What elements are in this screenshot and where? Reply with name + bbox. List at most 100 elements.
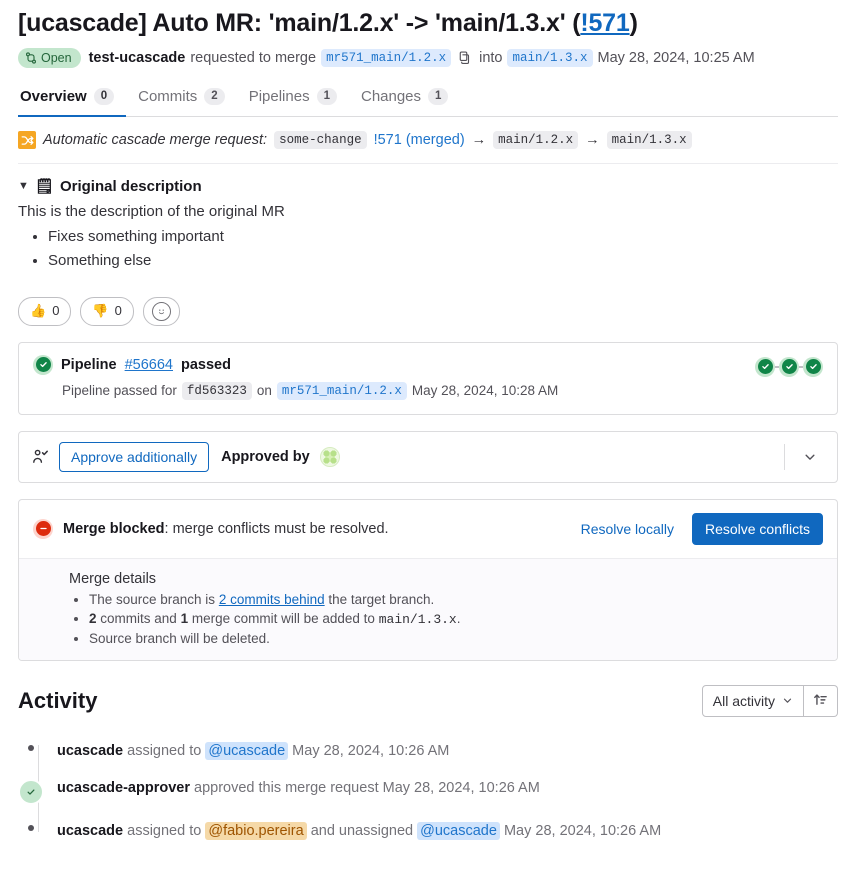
mr-author[interactable]: test-ucascade — [89, 50, 186, 66]
activity-item: ucascade assigned to @ucascade May 28, 2… — [18, 733, 838, 770]
merge-details-list: The source branch is 2 commits behind th… — [69, 592, 823, 646]
cascade-banner: Automatic cascade merge request: some-ch… — [18, 131, 838, 165]
pipeline-branch-chip[interactable]: mr571_main/1.2.x — [276, 381, 407, 400]
merge-widget: Merge blocked: merge conflicts must be r… — [18, 498, 838, 661]
tab-overview[interactable]: Overview 0 — [18, 82, 127, 118]
activity-actor[interactable]: ucascade-approver — [57, 780, 190, 796]
detail-target-branch: main/1.3.x — [378, 611, 457, 627]
page-title-suffix: ) — [629, 9, 638, 37]
pipeline-title-row: Pipeline #56664 passed — [33, 354, 755, 375]
description-header[interactable]: ▼ 🗒 Original description — [18, 177, 838, 196]
tab-commits[interactable]: Commits 2 — [126, 82, 237, 117]
activity-filter-label: All activity — [712, 692, 775, 709]
merge-request-open-icon — [26, 52, 36, 64]
status-badge-label: Open — [41, 51, 72, 66]
activity-actor[interactable]: ucascade — [57, 743, 123, 759]
cascade-source-mr-link[interactable]: !571 (merged) — [374, 132, 465, 148]
tab-commits-count: 2 — [204, 88, 225, 106]
activity-date: May 28, 2024, 10:26 AM — [503, 822, 662, 839]
activity-item: ucascade assigned to @fabio.pereira and … — [18, 813, 838, 850]
thumbs-down-count: 0 — [114, 303, 122, 319]
activity-mention-current-user[interactable]: @fabio.pereira — [205, 821, 307, 840]
activity-marker — [18, 741, 44, 751]
source-branch-chip[interactable]: mr571_main/1.2.x — [321, 49, 452, 68]
activity-dot-icon — [28, 744, 34, 751]
target-branch-chip[interactable]: main/1.3.x — [507, 49, 593, 68]
activity-marker — [18, 821, 44, 831]
merge-blocked-message: Merge blocked: merge conflicts must be r… — [63, 521, 563, 537]
pipeline-stage-icons — [755, 356, 823, 377]
page-title: [ucascade] Auto MR: 'main/1.2.x' -> 'mai… — [18, 8, 838, 39]
description-title: Original description — [59, 177, 202, 195]
into-text: into — [479, 50, 503, 67]
activity-sort-button[interactable] — [804, 684, 838, 717]
activity-action-secondary: and unassigned — [310, 822, 414, 839]
thumbs-down-icon: 👎 — [92, 303, 109, 319]
merge-blocked-label: Merge blocked — [63, 520, 165, 537]
pipeline-subtitle: Pipeline passed for fd563323 on mr571_ma… — [62, 381, 755, 400]
shuffle-icon — [18, 131, 36, 150]
cascade-arrow-1: → — [471, 132, 487, 149]
requested-to-merge-text: requested to merge — [190, 50, 317, 67]
detail-merge-commit-count: 1 — [180, 610, 189, 626]
activity-mention[interactable]: @ucascade — [205, 741, 289, 760]
activity-mention[interactable]: @ucascade — [417, 821, 500, 840]
detail-merge-text: merge commit will be added to — [191, 610, 375, 626]
pipeline-id-link[interactable]: #56664 — [125, 357, 173, 373]
resolve-locally-button[interactable]: Resolve locally — [573, 516, 682, 542]
status-badge: Open — [18, 48, 81, 69]
pipeline-commit-sha[interactable]: fd563323 — [181, 381, 252, 400]
tab-changes-label: Changes — [360, 88, 422, 106]
mr-tabs: Overview 0 Commits 2 Pipelines 1 Changes… — [18, 82, 838, 118]
description-bullet: Fixes something important — [48, 226, 838, 249]
tab-changes[interactable]: Changes 1 — [349, 82, 460, 117]
commits-behind-link[interactable]: 2 commits behind — [219, 592, 325, 607]
cascade-label: Automatic cascade merge request: — [43, 132, 268, 149]
mr-iid-link[interactable]: !571 — [580, 9, 629, 37]
cascade-branch-to-chip: main/1.3.x — [606, 131, 692, 150]
tab-pipelines[interactable]: Pipelines 1 — [237, 82, 349, 117]
activity-marker — [18, 778, 44, 805]
tab-overview-count: 0 — [93, 88, 115, 106]
pipeline-label: Pipeline — [61, 356, 117, 373]
status-success-icon — [33, 354, 53, 375]
collapse-caret-icon[interactable]: ▼ — [18, 180, 29, 192]
merge-details-title: Merge details — [69, 570, 157, 587]
description-bullet: Something else — [48, 250, 838, 273]
activity-item: ucascade-approver approved this merge re… — [18, 770, 838, 813]
approved-by-label: Approved by — [221, 448, 310, 465]
mr-created-date: May 28, 2024, 10:25 AM — [597, 50, 755, 67]
activity-header: Activity All activity — [18, 684, 838, 717]
tab-commits-label: Commits — [138, 88, 198, 106]
activity-controls: All activity — [701, 684, 838, 717]
add-reaction-button[interactable] — [142, 296, 180, 326]
pipeline-info: Pipeline #56664 passed Pipeline passed f… — [33, 354, 755, 400]
pipeline-sub-on: on — [256, 383, 272, 399]
activity-action: assigned to — [127, 742, 202, 759]
thumbs-down-reaction-button[interactable]: 👎 0 — [80, 296, 134, 326]
pipeline-stage-icon[interactable] — [755, 356, 775, 377]
description-paragraph: This is the description of the original … — [18, 203, 285, 221]
activity-text: ucascade assigned to @fabio.pereira and … — [57, 821, 661, 842]
activity-actor[interactable]: ucascade — [57, 823, 123, 839]
thumbs-up-count: 0 — [52, 303, 60, 319]
approval-divider — [784, 443, 785, 470]
page-title-text: [ucascade] Auto MR: 'main/1.2.x' -> 'mai… — [18, 9, 581, 37]
pipeline-stage-icon[interactable] — [779, 356, 799, 377]
activity-date: May 28, 2024, 10:26 AM — [292, 742, 450, 759]
add-reaction-smiley-icon — [151, 301, 171, 321]
thumbs-up-reaction-button[interactable]: 👍 0 — [18, 296, 72, 326]
activity-action: assigned to — [127, 822, 202, 839]
activity-filter-select[interactable]: All activity — [701, 684, 804, 717]
pipeline-stage-icon[interactable] — [803, 356, 823, 377]
copy-branch-icon[interactable] — [456, 49, 474, 67]
approvals-expand-chevron-down-icon[interactable] — [795, 448, 825, 466]
detail-commits-text: commits and — [100, 610, 177, 626]
approve-additionally-button[interactable]: Approve additionally — [59, 441, 210, 472]
approver-avatar[interactable] — [319, 446, 340, 467]
merge-details-panel: Merge details The source branch is 2 com… — [19, 557, 837, 660]
merge-blocked-reason: : merge conflicts must be resolved. — [164, 520, 389, 537]
cascade-branch-from-chip: main/1.2.x — [493, 131, 579, 150]
approval-check-icon — [31, 448, 49, 466]
resolve-conflicts-button[interactable]: Resolve conflicts — [691, 512, 823, 545]
